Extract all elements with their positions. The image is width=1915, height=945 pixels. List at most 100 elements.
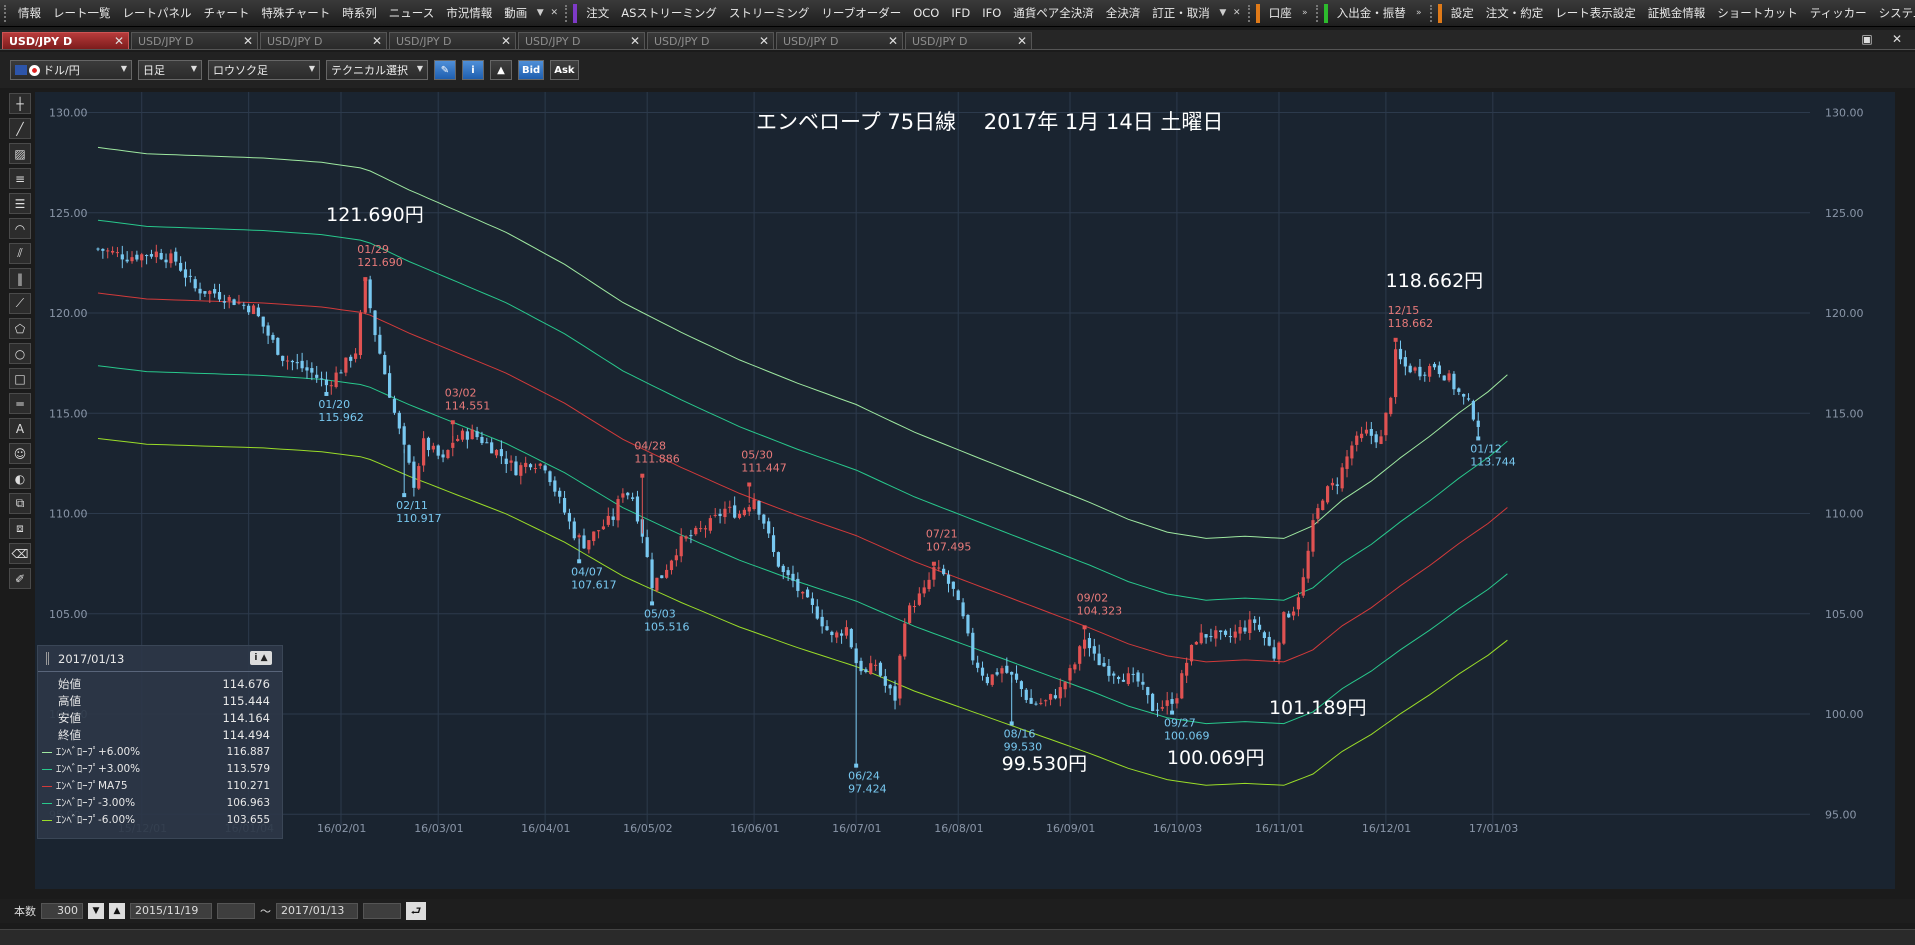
chart-tab[interactable]: USD/JPY D ✕ <box>518 32 645 49</box>
menu-overflow-icon[interactable]: ▼ <box>533 8 547 18</box>
menu-more-icon[interactable]: » <box>1412 8 1426 18</box>
close-tab-icon[interactable]: ✕ <box>114 34 124 48</box>
channel-tool-icon[interactable]: ⟋ <box>9 293 31 314</box>
menu-item[interactable]: 動画 <box>498 0 533 26</box>
chart-type-button[interactable]: ▲ <box>490 60 512 80</box>
toolbar-grip-icon[interactable] <box>1247 4 1254 22</box>
chart-style-select[interactable]: ロウソク足 ▼ <box>208 60 320 80</box>
icon-stamp-tool-icon[interactable]: ☺ <box>9 443 31 464</box>
menu-item[interactable]: レート一覧 <box>47 0 117 26</box>
palette-tool-icon[interactable]: ◐ <box>9 468 31 489</box>
menu-item[interactable]: 通貨ペア全決済 <box>1007 0 1100 26</box>
menu-item[interactable]: 特殊チャート <box>255 0 336 26</box>
data-window-header[interactable]: 2017/01/13 i ▲ <box>38 646 282 672</box>
menu-item[interactable]: リーブオーダー <box>815 0 907 26</box>
menu-item[interactable]: ティッカー <box>1804 0 1873 26</box>
toolbar-grip-icon[interactable] <box>565 4 571 22</box>
close-tab-icon[interactable]: ✕ <box>630 34 640 48</box>
menu-item[interactable]: 証拠金情報 <box>1642 0 1712 26</box>
ruler-tool-icon[interactable]: ▨ <box>9 143 31 164</box>
menu-overflow-icon[interactable]: ▼ <box>1216 8 1230 18</box>
close-tab-icon[interactable]: ✕ <box>888 34 898 48</box>
menu-item[interactable]: レート表示設定 <box>1549 0 1642 26</box>
data-window-collapse-button[interactable]: i ▲ <box>250 651 272 665</box>
bid-button[interactable]: Bid <box>518 60 545 80</box>
fan-tool-icon[interactable]: ◠ <box>9 218 31 239</box>
menu-item[interactable]: IFD <box>945 0 976 26</box>
menu-close-icon[interactable]: ✕ <box>1230 8 1244 18</box>
vertical-lines-tool-icon[interactable]: ‖ <box>9 268 31 289</box>
to-date-input[interactable]: 2017/01/13 <box>276 903 358 919</box>
ask-button[interactable]: Ask <box>550 60 579 80</box>
technical-select[interactable]: テクニカル選択 ▼ <box>326 60 428 80</box>
menu-item[interactable]: 市況情報 <box>440 0 498 26</box>
menu-item[interactable]: OCO <box>907 0 945 26</box>
close-tab-icon[interactable]: ✕ <box>372 34 382 48</box>
menu-item[interactable]: 注文・約定 <box>1480 0 1550 26</box>
from-time-input[interactable] <box>217 903 255 919</box>
circle-tool-icon[interactable]: ○ <box>9 343 31 364</box>
erase-all-tool-icon[interactable]: ✐ <box>9 568 31 589</box>
count-up-button[interactable]: ▲ <box>109 903 125 919</box>
gann-fan-tool-icon[interactable]: ⫽ <box>9 243 31 264</box>
menu-item[interactable]: 時系列 <box>336 0 383 26</box>
toolbar-grip-icon[interactable] <box>1315 4 1322 22</box>
chart-tab[interactable]: USD/JPY D ✕ <box>260 32 387 49</box>
hline-tool-icon[interactable]: ═ <box>9 393 31 414</box>
menu-item[interactable]: 設定 <box>1445 0 1480 26</box>
menu-close-icon[interactable]: ✕ <box>547 8 561 18</box>
menu-item[interactable]: ストリーミング <box>723 0 816 26</box>
menu-item[interactable]: 情報 <box>12 0 47 26</box>
chart-tab[interactable]: USD/JPY D ✕ <box>2 32 129 49</box>
chart-area[interactable]: 130.00 130.00 125.00 125.00 120.00 120.00 115.… <box>35 92 1895 889</box>
paste-tool-icon[interactable]: ⧈ <box>9 518 31 539</box>
close-tab-icon[interactable]: ✕ <box>501 34 511 48</box>
chart-tab[interactable]: USD/JPY D ✕ <box>389 32 516 49</box>
drag-grip-icon[interactable] <box>46 652 49 665</box>
horizontal-lines-tool-icon[interactable]: ≡ <box>9 168 31 189</box>
count-down-button[interactable]: ▼ <box>88 903 104 919</box>
period-select[interactable]: 日足 ▼ <box>138 60 202 80</box>
text-tool-icon[interactable]: A <box>9 418 31 439</box>
menu-item[interactable]: ASストリーミング <box>615 0 723 26</box>
draw-pen-button[interactable]: ✎ <box>434 60 456 80</box>
menu-item[interactable]: 口座 <box>1263 0 1298 26</box>
menu-item[interactable]: 全決済 <box>1100 0 1147 26</box>
currency-pair-select[interactable]: ドル/円 ▼ <box>10 60 132 80</box>
close-window-icon[interactable]: ✕ <box>1887 32 1907 47</box>
trendline-tool-icon[interactable]: ╱ <box>9 118 31 139</box>
close-tab-icon[interactable]: ✕ <box>243 34 253 48</box>
menu-item[interactable]: ニュース <box>383 0 440 26</box>
menu-item[interactable]: 注文 <box>580 0 615 26</box>
chart-tab[interactable]: USD/JPY D ✕ <box>776 32 903 49</box>
from-date-input[interactable]: 2015/11/19 <box>130 903 212 919</box>
pentagon-tool-icon[interactable]: ⬠ <box>9 318 31 339</box>
rectangle-tool-icon[interactable]: □ <box>9 368 31 389</box>
menu-item[interactable]: チャート <box>198 0 256 26</box>
data-window-panel[interactable]: 2017/01/13 i ▲ 始値 114.676 高値 115.444 安値 114.1… <box>37 645 283 839</box>
candlestick-chart[interactable]: 130.00 130.00 125.00 125.00 120.00 120.00 115.… <box>35 92 1895 889</box>
menu-item[interactable]: システム <box>1873 0 1915 26</box>
close-tab-icon[interactable]: ✕ <box>1017 34 1027 48</box>
menu-item[interactable]: ショートカット <box>1711 0 1804 26</box>
eraser-tool-icon[interactable]: ⌫ <box>9 543 31 564</box>
menu-item[interactable]: 入出金・振替 <box>1331 0 1412 26</box>
fibonacci-tool-icon[interactable]: ☰ <box>9 193 31 214</box>
toolbar-grip-icon[interactable] <box>1429 4 1436 22</box>
bar-count-input[interactable]: 300 <box>41 903 83 919</box>
copy-tool-icon[interactable]: ⧉ <box>9 493 31 514</box>
chart-tab[interactable]: USD/JPY D ✕ <box>131 32 258 49</box>
menu-item[interactable]: 訂正・取消 <box>1146 0 1216 26</box>
restore-window-icon[interactable]: ▣ <box>1857 32 1877 47</box>
chart-tab[interactable]: USD/JPY D ✕ <box>647 32 774 49</box>
crosshair-tool-icon[interactable]: ┼ <box>9 93 31 114</box>
to-time-input[interactable] <box>363 903 401 919</box>
apply-range-button[interactable]: ⮐ <box>406 902 426 920</box>
menu-more-icon[interactable]: » <box>1298 8 1312 18</box>
chart-tab[interactable]: USD/JPY D ✕ <box>905 32 1032 49</box>
info-button[interactable]: i <box>462 60 484 80</box>
menu-item[interactable]: IFO <box>976 0 1007 26</box>
menu-item[interactable]: レートパネル <box>117 0 198 26</box>
toolbar-grip-icon[interactable] <box>4 4 10 22</box>
close-tab-icon[interactable]: ✕ <box>759 34 769 48</box>
